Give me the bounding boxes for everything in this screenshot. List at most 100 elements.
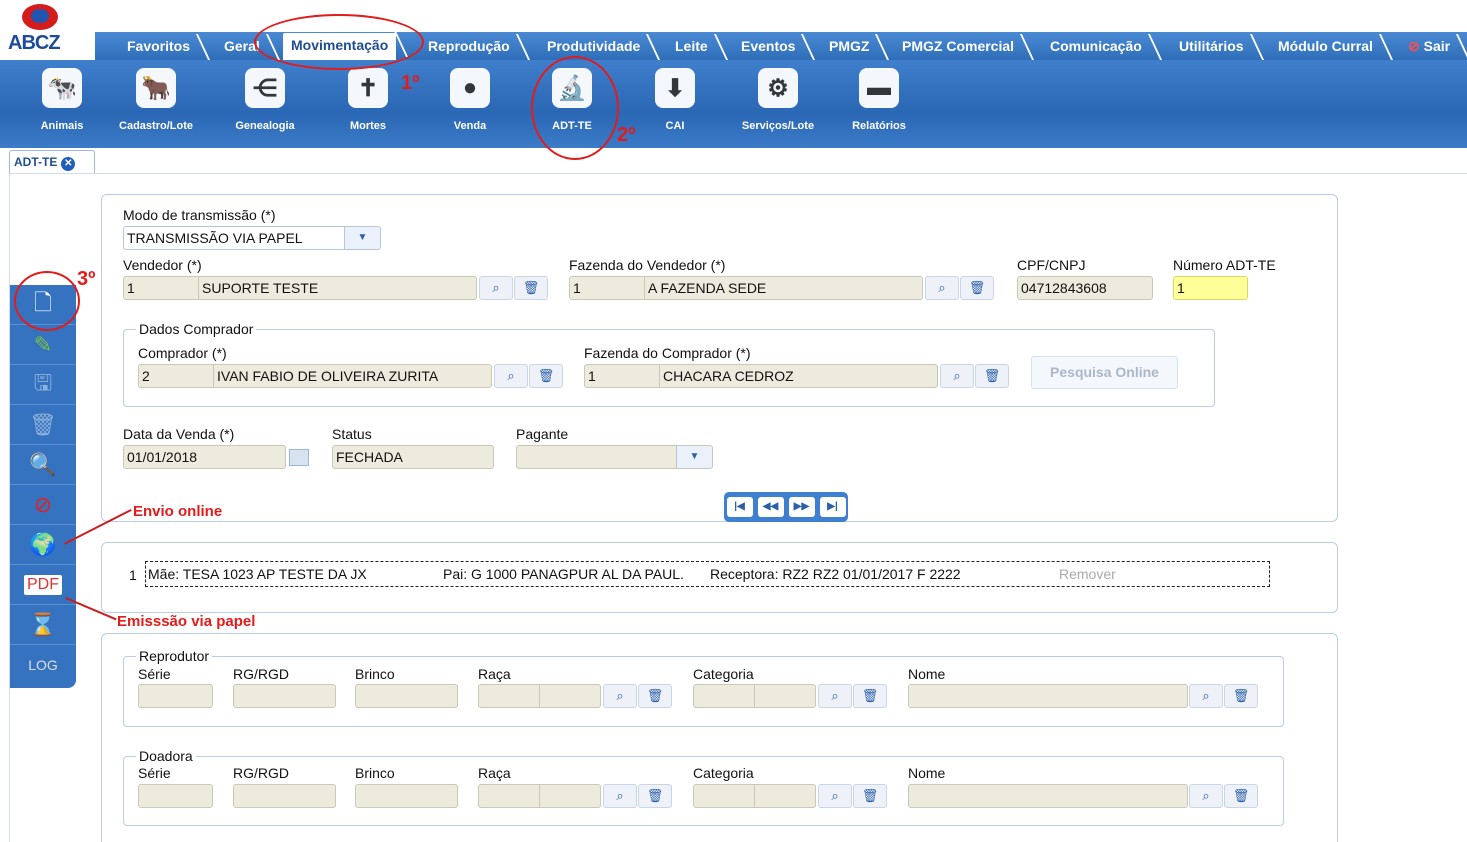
doadora-categoria-input[interactable] — [693, 784, 816, 808]
fazcomp-search-icon[interactable]: ⌕ — [940, 364, 974, 388]
tab-eventos[interactable]: Eventos — [733, 36, 803, 60]
close-tab-icon[interactable]: ✕ — [61, 157, 76, 171]
hourglass-button[interactable]: ⌛ — [10, 605, 76, 645]
pagante-select[interactable]: ▼ — [516, 445, 713, 469]
cross-icon: ✝ — [348, 68, 388, 108]
doadora-nome-input[interactable] — [908, 784, 1188, 808]
reprodutor-raca-trash-icon[interactable]: 🗑 — [638, 684, 672, 708]
doadora-nome-trash-icon[interactable]: 🗑 — [1224, 784, 1258, 808]
toolbar-servicos-lote[interactable]: ⚙ Serviços/Lote — [733, 68, 823, 132]
comprador-trash-icon[interactable]: 🗑 — [529, 364, 563, 388]
tab-pmgz[interactable]: PMGZ — [821, 36, 877, 60]
fazvend-search-icon[interactable]: ⌕ — [925, 276, 959, 300]
sair-button[interactable]: ⊘ Sair — [1400, 36, 1458, 60]
tab-favoritos[interactable]: Favoritos — [119, 36, 198, 60]
log-button[interactable]: LOG — [10, 645, 76, 685]
tab-comunicacao[interactable]: Comunicação — [1042, 36, 1150, 60]
reprodutor-categoria-trash-icon[interactable]: 🗑 — [853, 684, 887, 708]
status-label: Status — [332, 426, 372, 442]
calendar-icon[interactable] — [289, 449, 309, 466]
delete-button[interactable]: 🗑 — [10, 405, 76, 445]
cpf-field[interactable]: 04712843608 — [1017, 276, 1153, 300]
doadora-rg-input[interactable] — [233, 784, 336, 808]
doadora-serie-input[interactable] — [138, 784, 213, 808]
cow-arrow-icon: ⬇ — [655, 68, 695, 108]
reprodutor-serie-input[interactable] — [138, 684, 213, 708]
reprodutor-nome-trash-icon[interactable]: 🗑 — [1224, 684, 1258, 708]
toolbar-animais[interactable]: 🐄 Animais — [17, 68, 107, 132]
edit-icon: ✎ — [33, 331, 53, 357]
tab-utilitarios[interactable]: Utilitários — [1171, 36, 1252, 60]
doadora-categoria-label: Categoria — [693, 765, 754, 781]
gear-icon: ⚙ — [758, 68, 798, 108]
modo-select[interactable]: TRANSMISSÃO VIA PAPEL ▼ — [123, 226, 381, 250]
reprodutor-brinco-label: Brinco — [355, 666, 395, 682]
doadora-raca-input[interactable] — [478, 784, 601, 808]
chevron-down-icon[interactable]: ▼ — [344, 227, 380, 249]
item-index: 1 — [129, 567, 137, 583]
fazvend-trash-icon[interactable]: 🗑 — [960, 276, 994, 300]
reprodutor-brinco-input[interactable] — [355, 684, 458, 708]
tab-divider — [9, 173, 1467, 174]
last-record-button[interactable]: ▶| — [819, 497, 846, 517]
fazcomp-field[interactable]: 1 CHACARA CEDROZ — [584, 364, 938, 388]
reprodutor-categoria-input[interactable] — [693, 684, 816, 708]
document-tab-adt-te[interactable]: ADT-TE ✕ — [9, 150, 95, 174]
doadora-brinco-input[interactable] — [355, 784, 458, 808]
doadora-rg-label: RG/RGD — [233, 765, 289, 781]
data-venda-input[interactable]: 01/01/2018 — [123, 445, 286, 469]
chevron-down-icon[interactable]: ▼ — [676, 446, 712, 468]
send-online-button[interactable]: 🌍 — [10, 525, 76, 565]
numero-adt-input[interactable]: 1 — [1173, 276, 1248, 300]
tab-pmgz-comercial[interactable]: PMGZ Comercial — [894, 36, 1022, 60]
edit-button[interactable]: ✎ — [10, 325, 76, 365]
pagante-label: Pagante — [516, 426, 569, 442]
receptora-text: Receptora: RZ2 RZ2 01/01/2017 F 2222 — [710, 566, 961, 582]
search-button[interactable]: 🔍 — [10, 445, 76, 485]
reprodutor-nome-search-icon[interactable]: ⌕ — [1189, 684, 1223, 708]
doadora-categoria-search-icon[interactable]: ⌕ — [818, 784, 852, 808]
toolbar-venda[interactable]: ● Venda — [425, 68, 515, 132]
doadora-raca-search-icon[interactable]: ⌕ — [603, 784, 637, 808]
toolbar-cadastro-lote[interactable]: 🐂 Cadastro/Lote — [111, 68, 201, 132]
reprodutor-raca-search-icon[interactable]: ⌕ — [603, 684, 637, 708]
fazcomp-trash-icon[interactable]: 🗑 — [975, 364, 1009, 388]
doadora-categoria-trash-icon[interactable]: 🗑 — [853, 784, 887, 808]
toolbar-genealogia[interactable]: ⋲ Genealogia — [220, 68, 310, 132]
reprodutor-nome-input[interactable] — [908, 684, 1188, 708]
first-record-button[interactable]: |◀ — [726, 497, 753, 517]
comprador-field[interactable]: 2 IVAN FABIO DE OLIVEIRA ZURITA — [138, 364, 492, 388]
tab-leite[interactable]: Leite — [667, 36, 716, 60]
toolbar-mortes[interactable]: ✝ Mortes — [323, 68, 413, 132]
doadora-raca-trash-icon[interactable]: 🗑 — [638, 784, 672, 808]
save-button[interactable]: 🖫 — [10, 365, 76, 405]
annotation-step-3: 3º — [77, 268, 96, 290]
action-sidebar: 🗋 ✎ 🖫 🗑 🔍 ⊘ 🌍 PDF ⌛ LOG — [10, 285, 76, 688]
cpf-label: CPF/CNPJ — [1017, 257, 1086, 273]
reprodutor-raca-input[interactable] — [478, 684, 601, 708]
prev-record-button[interactable]: ◀◀ — [757, 497, 784, 517]
fazvend-field[interactable]: 1A FAZENDA SEDE — [569, 276, 923, 300]
tab-produtividade[interactable]: Produtividade — [539, 36, 648, 60]
next-record-button[interactable]: ▶▶ — [788, 497, 815, 517]
toolbar-cai[interactable]: ⬇ CAI — [630, 68, 720, 132]
abcz-logo[interactable]: ABCZ — [8, 4, 88, 60]
reprodutor-rg-input[interactable] — [233, 684, 336, 708]
list-item[interactable]: Mãe: TESA 1023 AP TESTE DA JX Pai: G 100… — [145, 561, 1270, 587]
comprador-search-icon[interactable]: ⌕ — [494, 364, 528, 388]
numero-label: Número ADT-TE — [1173, 257, 1276, 273]
vendedor-search-icon[interactable]: ⌕ — [479, 276, 513, 300]
tab-modulo-curral[interactable]: Módulo Curral — [1270, 36, 1381, 60]
log-icon: LOG — [28, 657, 58, 673]
doadora-nome-search-icon[interactable]: ⌕ — [1189, 784, 1223, 808]
cancel-button[interactable]: ⊘ — [10, 485, 76, 525]
reprodutor-categoria-search-icon[interactable]: ⌕ — [818, 684, 852, 708]
remover-link[interactable]: Remover — [1059, 566, 1116, 582]
pdf-icon: PDF — [24, 574, 62, 595]
toolbar-relatorios[interactable]: ▬ Relatórios — [834, 68, 924, 132]
vendedor-trash-icon[interactable]: 🗑 — [514, 276, 548, 300]
tab-reproducao[interactable]: Reprodução — [420, 36, 518, 60]
vendedor-field[interactable]: 1 SUPORTE TESTE — [123, 276, 477, 300]
pesquisa-online-button[interactable]: Pesquisa Online — [1031, 356, 1178, 389]
pai-text: Pai: G 1000 PANAGPUR AL DA PAUL. — [443, 566, 684, 582]
